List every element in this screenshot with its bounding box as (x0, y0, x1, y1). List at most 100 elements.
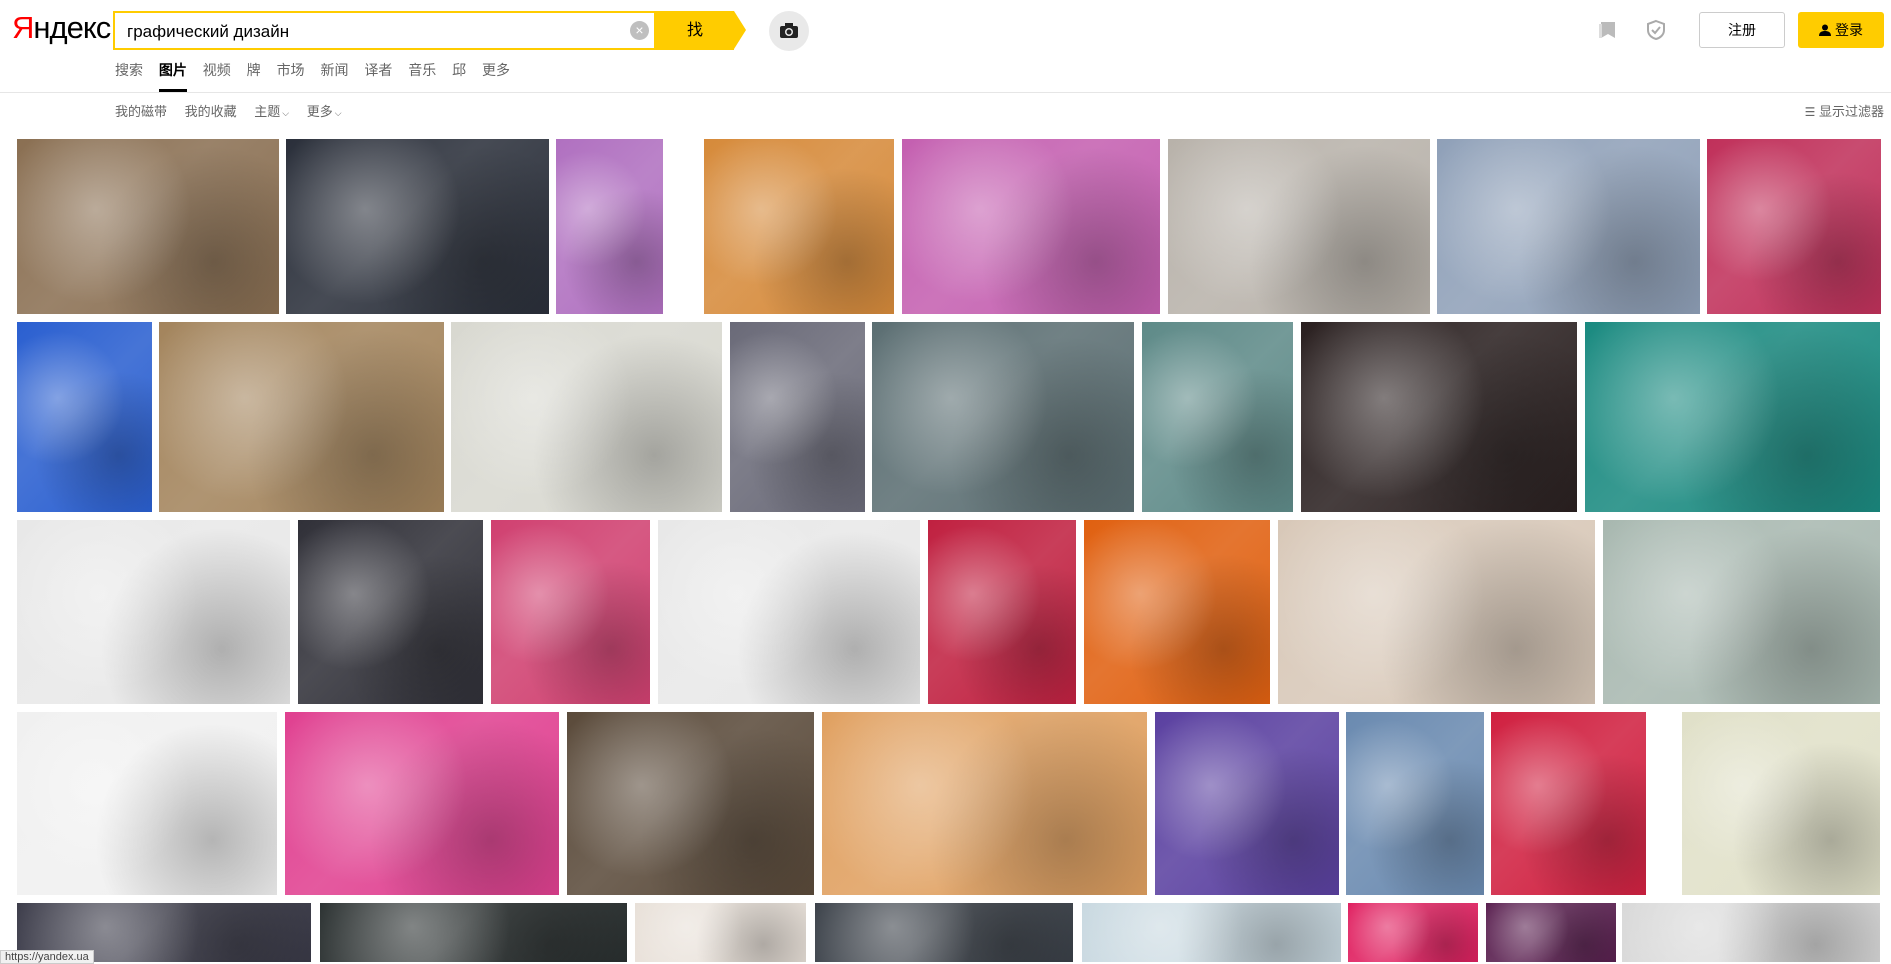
image-thumbnail (1682, 712, 1880, 895)
image-result[interactable] (285, 712, 559, 895)
image-result[interactable] (286, 139, 549, 314)
image-thumbnail (298, 520, 483, 704)
nav-search[interactable]: 搜索 (115, 62, 143, 78)
register-button[interactable]: 注册 (1699, 12, 1785, 48)
image-result[interactable] (815, 903, 1073, 962)
image-result[interactable] (902, 139, 1160, 314)
favorites-link[interactable]: 我的收藏 (185, 104, 237, 119)
image-result[interactable] (17, 139, 279, 314)
image-result[interactable] (1622, 903, 1880, 962)
image-result[interactable] (1142, 322, 1293, 512)
image-result[interactable] (1486, 903, 1616, 962)
image-result[interactable] (1155, 712, 1339, 895)
image-result[interactable] (17, 322, 152, 512)
image-result[interactable] (1084, 520, 1270, 704)
image-result[interactable] (1603, 520, 1880, 704)
image-result[interactable] (298, 520, 483, 704)
show-filters-button[interactable]: ☰ 显示过滤器 (1805, 101, 1884, 120)
search-input[interactable] (125, 13, 609, 50)
image-thumbnail (285, 712, 559, 895)
image-result[interactable] (567, 712, 814, 895)
nav-music[interactable]: 音乐 (408, 62, 436, 78)
nav-market[interactable]: 市场 (277, 62, 305, 78)
user-icon (1819, 24, 1831, 36)
image-thumbnail (1486, 903, 1616, 962)
nav-news[interactable]: 新闻 (320, 62, 348, 78)
clear-search-icon[interactable]: × (630, 21, 649, 40)
image-thumbnail (928, 520, 1076, 704)
image-result[interactable] (658, 520, 920, 704)
image-result[interactable] (17, 520, 290, 704)
image-thumbnail (17, 322, 152, 512)
image-result[interactable] (1707, 139, 1881, 314)
image-result[interactable] (635, 903, 806, 962)
image-thumbnail (17, 712, 277, 895)
image-thumbnail (872, 322, 1134, 512)
image-result[interactable] (1278, 520, 1595, 704)
image-result[interactable] (822, 712, 1147, 895)
image-thumbnail (320, 903, 627, 962)
image-thumbnail (1168, 139, 1430, 314)
image-result[interactable] (556, 139, 663, 314)
image-thumbnail (730, 322, 865, 512)
active-tab-indicator (159, 89, 187, 92)
topics-dropdown[interactable]: 主题 ⌵ (254, 104, 289, 119)
nav-images[interactable]: 图片 (159, 62, 187, 78)
image-thumbnail (1348, 903, 1478, 962)
search-button-arrow (734, 11, 746, 49)
image-result[interactable] (320, 903, 627, 962)
image-result[interactable] (451, 322, 722, 512)
more-dropdown[interactable]: 更多 ⌵ (307, 104, 342, 119)
image-thumbnail (1155, 712, 1339, 895)
image-thumbnail (567, 712, 814, 895)
image-result[interactable] (1682, 712, 1880, 895)
chevron-down-icon: ⌵ (282, 108, 290, 118)
nav-more[interactable]: 更多 (482, 62, 510, 78)
image-result[interactable] (1585, 322, 1880, 512)
image-result[interactable] (159, 322, 444, 512)
image-result[interactable] (1082, 903, 1341, 962)
image-result[interactable] (1346, 712, 1484, 895)
image-thumbnail (1603, 520, 1880, 704)
image-thumbnail (1437, 139, 1700, 314)
image-result[interactable] (872, 322, 1134, 512)
filter-icon: ☰ (1804, 105, 1816, 119)
sub-navigation: 我的磁带 我的收藏 主题 ⌵ 更多 ⌵ (115, 101, 356, 120)
image-result[interactable] (1437, 139, 1700, 314)
camera-icon[interactable] (769, 11, 809, 51)
image-thumbnail (1491, 712, 1646, 895)
image-thumbnail (902, 139, 1160, 314)
my-tape-link[interactable]: 我的磁带 (115, 104, 167, 119)
image-thumbnail (1301, 322, 1577, 512)
image-result[interactable] (730, 322, 865, 512)
search-button[interactable]: 找 (656, 11, 746, 50)
image-result[interactable] (704, 139, 894, 314)
header: Яндекс × 找 搜索 图片 视频 牌 市场 新闻 译者 音乐 邱 更多 注… (0, 0, 1891, 93)
nav-brand[interactable]: 牌 (247, 62, 261, 78)
nav-mail[interactable]: 邱 (452, 62, 466, 78)
image-thumbnail (1082, 903, 1341, 962)
image-thumbnail (704, 139, 894, 314)
chevron-down-icon: ⌵ (334, 108, 342, 118)
image-thumbnail (1084, 520, 1270, 704)
nav-translate[interactable]: 译者 (364, 62, 392, 78)
image-thumbnail (17, 520, 290, 704)
image-thumbnail (1142, 322, 1293, 512)
image-result[interactable] (1491, 712, 1646, 895)
image-thumbnail (1278, 520, 1595, 704)
collections-icon[interactable] (1597, 19, 1621, 43)
login-button[interactable]: 登录 (1798, 12, 1884, 48)
image-thumbnail (658, 520, 920, 704)
image-result[interactable] (1168, 139, 1430, 314)
image-result[interactable] (1348, 903, 1478, 962)
image-result[interactable] (491, 520, 650, 704)
image-thumbnail (822, 712, 1147, 895)
image-result[interactable] (17, 712, 277, 895)
image-result[interactable] (1301, 322, 1577, 512)
nav-video[interactable]: 视频 (203, 62, 231, 78)
yandex-logo[interactable]: Яндекс (12, 10, 111, 46)
shield-icon[interactable] (1645, 19, 1669, 43)
image-thumbnail (286, 139, 549, 314)
image-result[interactable] (928, 520, 1076, 704)
image-thumbnail (17, 139, 279, 314)
